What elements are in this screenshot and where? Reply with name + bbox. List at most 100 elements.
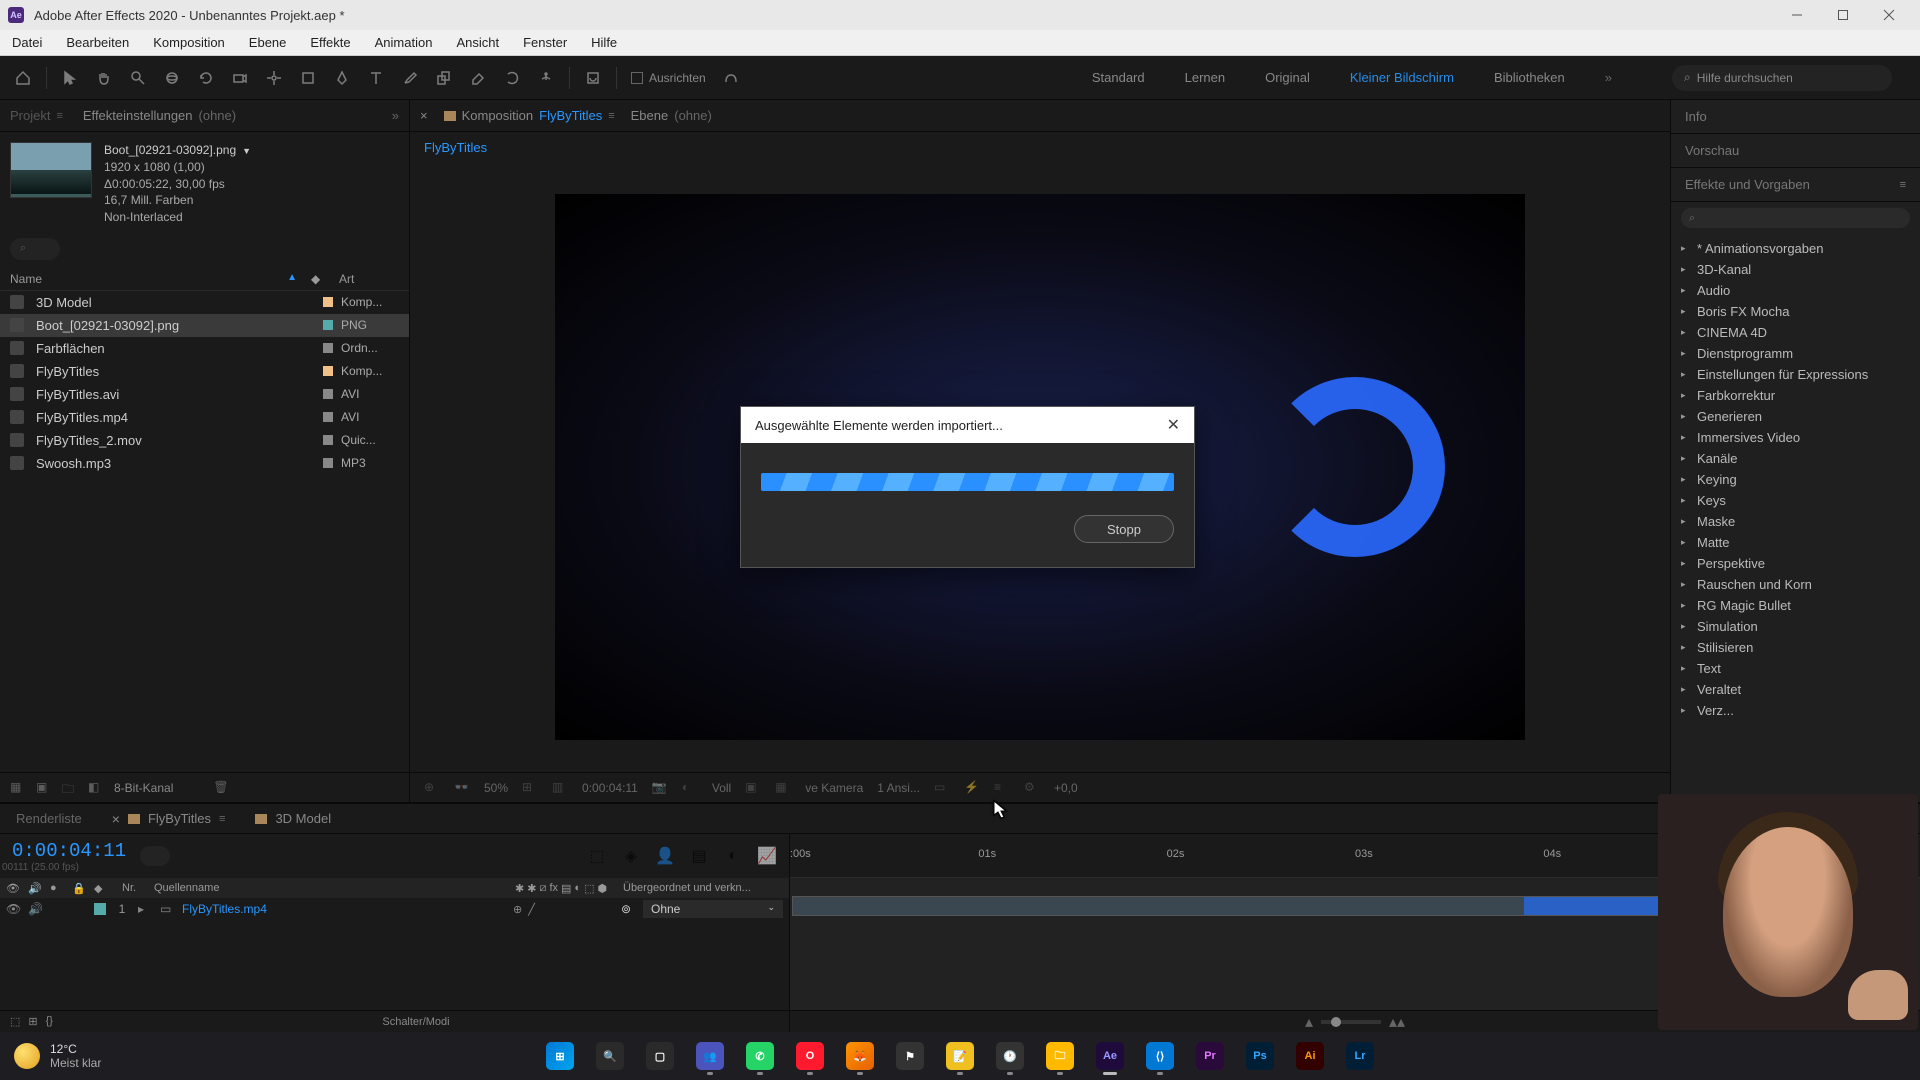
brush-tool-icon[interactable]: [395, 63, 425, 93]
maximize-button[interactable]: [1820, 0, 1866, 30]
effects-category[interactable]: ▸Generieren: [1671, 406, 1920, 427]
twirl-icon[interactable]: ▸: [1681, 705, 1691, 716]
guides-icon[interactable]: ▥: [552, 780, 568, 796]
workspace-standard[interactable]: Standard: [1092, 70, 1145, 85]
roto-tool-icon[interactable]: [497, 63, 527, 93]
project-item-row[interactable]: 3D Model Komp...: [0, 291, 409, 314]
audio-column-icon[interactable]: 🔊: [28, 882, 42, 895]
twirl-icon[interactable]: ▸: [1681, 432, 1691, 443]
new-adjustment-icon[interactable]: ◧: [88, 780, 104, 796]
project-item-row[interactable]: FlyByTitles_2.mov Quic...: [0, 429, 409, 452]
column-name[interactable]: Name: [10, 272, 277, 286]
effects-category[interactable]: ▸RG Magic Bullet: [1671, 595, 1920, 616]
menu-hilfe[interactable]: Hilfe: [579, 30, 629, 55]
current-timecode[interactable]: 0:00:04:11: [12, 840, 126, 862]
menu-ansicht[interactable]: Ansicht: [444, 30, 511, 55]
item-label-color[interactable]: [323, 435, 333, 445]
twirl-icon[interactable]: ▸: [1681, 474, 1691, 485]
panel-overflow-icon[interactable]: »: [392, 108, 399, 123]
twirl-icon[interactable]: ▸: [1681, 600, 1691, 611]
item-label-color[interactable]: [323, 366, 333, 376]
item-label-color[interactable]: [323, 297, 333, 307]
bit-depth-toggle[interactable]: 8-Bit-Kanal: [114, 781, 173, 795]
twirl-icon[interactable]: ▸: [1681, 243, 1691, 254]
project-item-row[interactable]: FlyByTitles Komp...: [0, 360, 409, 383]
item-label-color[interactable]: [323, 320, 333, 330]
effects-category[interactable]: ▸Matte: [1671, 532, 1920, 553]
effects-category[interactable]: ▸Simulation: [1671, 616, 1920, 637]
lock-column-icon[interactable]: 🔒: [72, 882, 86, 895]
comp-flowchart-icon[interactable]: ⚙: [1024, 780, 1040, 796]
timeline-search-input[interactable]: [140, 846, 170, 866]
menu-ebene[interactable]: Ebene: [237, 30, 299, 55]
twirl-icon[interactable]: ▸: [1681, 306, 1691, 317]
comp-mini-flowchart-icon[interactable]: ⬚: [587, 846, 607, 866]
eraser-tool-icon[interactable]: [463, 63, 493, 93]
shy-icon[interactable]: 👤: [655, 846, 675, 866]
tab-timeline-comp[interactable]: ×FlyByTitles≡: [112, 811, 226, 827]
camera-tool-icon[interactable]: [225, 63, 255, 93]
twirl-icon[interactable]: ▸: [1681, 369, 1691, 380]
tab-project[interactable]: Projekt ≡: [10, 108, 63, 123]
timeline-icon[interactable]: ≡: [994, 780, 1010, 796]
pickwhip-icon[interactable]: ⊚: [621, 902, 635, 916]
home-tool-icon[interactable]: [8, 63, 38, 93]
pixel-aspect-icon[interactable]: ▭: [934, 780, 950, 796]
effects-category[interactable]: ▸Kanäle: [1671, 448, 1920, 469]
effects-category[interactable]: ▸Boris FX Mocha: [1671, 301, 1920, 322]
taskbar-app-notes[interactable]: 📝: [939, 1035, 981, 1077]
dropdown-arrow-icon[interactable]: ▼: [242, 145, 251, 158]
effects-category[interactable]: ▸Einstellungen für Expressions: [1671, 364, 1920, 385]
taskbar-app-clock[interactable]: 🕐: [989, 1035, 1031, 1077]
taskbar-app-photoshop[interactable]: Ps: [1239, 1035, 1281, 1077]
project-item-row[interactable]: Boot_[02921-03092].png PNG: [0, 314, 409, 337]
twirl-icon[interactable]: ▸: [1681, 558, 1691, 569]
taskbar-app-vscode[interactable]: ⟨⟩: [1139, 1035, 1181, 1077]
parent-column[interactable]: Übergeordnet und verkn...: [623, 882, 783, 894]
workspace-lernen[interactable]: Lernen: [1185, 70, 1225, 85]
graph-editor-icon[interactable]: 📈: [757, 846, 777, 866]
interpret-footage-icon[interactable]: ▦: [10, 780, 26, 796]
taskbar-app-generic[interactable]: ⚑: [889, 1035, 931, 1077]
effects-category[interactable]: ▸Farbkorrektur: [1671, 385, 1920, 406]
item-label-color[interactable]: [323, 412, 333, 422]
menu-fenster[interactable]: Fenster: [511, 30, 579, 55]
taskbar-app-firefox[interactable]: 🦊: [839, 1035, 881, 1077]
shy-switch-icon[interactable]: ✱: [515, 882, 524, 895]
motion-blur-icon[interactable]: ◐: [723, 846, 743, 866]
clone-tool-icon[interactable]: [429, 63, 459, 93]
roi-icon[interactable]: ▣: [745, 780, 761, 796]
effects-category[interactable]: ▸Maske: [1671, 511, 1920, 532]
workspace-original[interactable]: Original: [1265, 70, 1310, 85]
taskbar-search-button[interactable]: 🔍: [589, 1035, 631, 1077]
zoom-tool-icon[interactable]: [123, 63, 153, 93]
twirl-icon[interactable]: ▸: [1681, 264, 1691, 275]
effects-category[interactable]: ▸Rauschen und Korn: [1671, 574, 1920, 595]
transparency-icon[interactable]: ▦: [775, 780, 791, 796]
effects-category[interactable]: ▸Dienstprogramm: [1671, 343, 1920, 364]
pan-behind-tool-icon[interactable]: [259, 63, 289, 93]
twirl-icon[interactable]: ▸: [1681, 411, 1691, 422]
effects-category[interactable]: ▸CINEMA 4D: [1671, 322, 1920, 343]
workspace-kleiner-bildschirm[interactable]: Kleiner Bildschirm: [1350, 70, 1454, 85]
snapshot-icon[interactable]: 📷: [652, 780, 668, 796]
twirl-icon[interactable]: ▸: [1681, 327, 1691, 338]
taskbar-app-teams[interactable]: 👥: [689, 1035, 731, 1077]
effects-category[interactable]: ▸Verz...: [1671, 700, 1920, 721]
text-tool-icon[interactable]: [361, 63, 391, 93]
effects-category[interactable]: ▸Immersives Video: [1671, 427, 1920, 448]
twirl-icon[interactable]: ▸: [1681, 453, 1691, 464]
taskbar-weather-widget[interactable]: 12°C Meist klar: [14, 1042, 101, 1071]
twirl-icon[interactable]: ▸: [1681, 621, 1691, 632]
taskbar-app-premiere[interactable]: Pr: [1189, 1035, 1231, 1077]
zoom-level[interactable]: 50%: [484, 781, 508, 795]
fast-preview-icon[interactable]: ⚡: [964, 780, 980, 796]
effects-category[interactable]: ▸Keys: [1671, 490, 1920, 511]
switches-modes-label[interactable]: Schalter/Modi: [382, 1016, 449, 1028]
effects-tree[interactable]: ▸* Animationsvorgaben▸3D-Kanal▸Audio▸Bor…: [1671, 234, 1920, 802]
exposure-value[interactable]: +0,0: [1054, 781, 1078, 795]
hand-tool-icon[interactable]: [89, 63, 119, 93]
project-item-row[interactable]: Swoosh.mp3 MP3: [0, 452, 409, 475]
pen-tool-icon[interactable]: [327, 63, 357, 93]
project-item-row[interactable]: Farbflächen Ordn...: [0, 337, 409, 360]
